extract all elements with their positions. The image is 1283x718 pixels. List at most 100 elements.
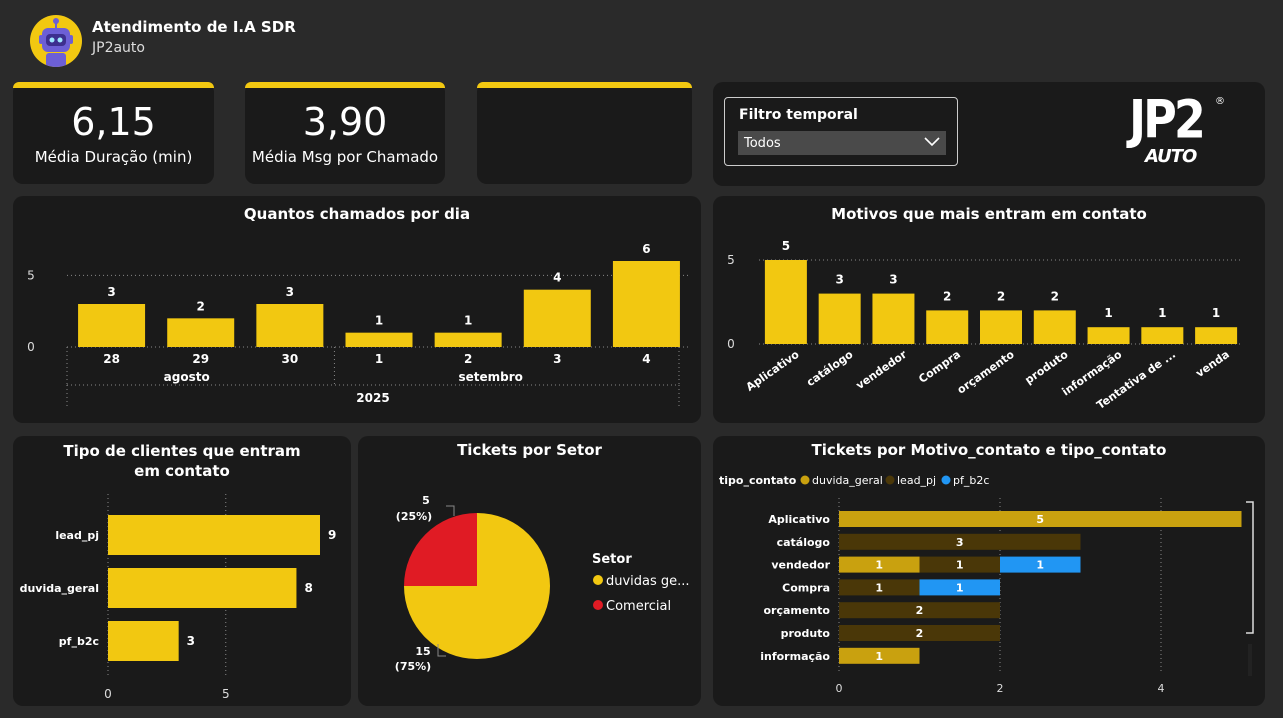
kpi-card-msg: 3,90 Média Msg por Chamado [245,82,445,184]
data-label: 1 [1158,306,1166,320]
year-label: 2025 [356,391,389,405]
data-label: 15 [415,645,430,658]
bar [108,568,297,608]
legend-item: lead_pj [897,474,936,487]
chart-chamados-por-dia: Quantos chamados por dia 5 0 3 28 2 29 3 30 1 1 1 2… [13,196,701,423]
bar [612,261,680,347]
chevron-down-icon [924,136,940,151]
kpi-card-empty [477,82,692,184]
kpi-label: Média Msg por Chamado [251,148,439,166]
chart-tickets-setor: Tickets por Setor 5 (25%) 15 (75%) Setor duvi… [358,436,701,706]
bar [78,304,146,347]
data-label: 3 [107,285,115,299]
data-label: 2 [916,604,924,617]
legend-item: pf_b2c [953,474,989,487]
y-tick-label: 0 [727,337,735,351]
robot-avatar-icon [30,15,82,67]
y-category-label: informação [760,650,830,663]
logo-main-text: JP2 [1129,87,1206,151]
logo-registered-mark: ® [1215,96,1225,107]
y-category-label: duvida_geral [20,582,99,595]
x-tick-label: 28 [103,352,120,366]
data-label: 4 [553,271,561,285]
data-label: 1 [464,314,472,328]
x-tick-label: Aplicativo [744,348,802,394]
y-category-label: vendedor [771,559,830,572]
bar [980,310,1022,344]
filter-value: Todos [744,135,781,151]
data-label: (75%) [395,660,431,673]
data-label: 1 [956,581,964,594]
data-label: 2 [1051,289,1059,303]
scrollbar-track [1248,644,1252,676]
bar [1087,327,1130,344]
bar [764,260,807,344]
kpi-accent-bar [13,82,214,88]
legend-item: duvida_geral [812,474,883,487]
data-label: 9 [328,528,336,542]
x-tick-label: 0 [836,682,843,695]
kpi-label: Média Duração (min) [34,148,193,166]
kpi-value: 6,15 [71,100,156,144]
data-label: 1 [375,314,383,328]
logo-sub-text: AUTO [1145,146,1197,167]
data-label: 3 [956,536,964,549]
bar [434,332,502,347]
bar [167,318,235,347]
legend-marker [593,600,603,610]
data-label: 1 [1104,306,1112,320]
data-label: 2 [197,299,205,313]
filter-slicer: Filtro temporal Todos [724,97,958,166]
kpi-accent-bar [477,82,692,88]
x-tick-label: 1 [375,352,383,366]
y-tick-label: 5 [27,268,35,282]
data-label: 2 [916,627,924,640]
filter-dropdown[interactable]: Todos [738,131,946,155]
jp2-logo: JP2 ® AUTO [1127,87,1227,172]
chart-pie-svg: 5 (25%) 15 (75%) Setor duvidas ge... Comercial [395,494,690,673]
kpi-card-duracao: 6,15 Média Duração (min) [13,82,214,184]
bar [1141,327,1184,344]
data-label: 5 [422,494,430,507]
data-label: 5 [1036,513,1044,526]
legend-title: Setor [592,552,632,567]
x-tick-label: 30 [282,352,299,366]
x-tick-label: Compra [916,348,963,386]
kpi-value: 3,90 [302,100,388,144]
data-label: 3 [889,273,897,287]
bar [1195,327,1238,344]
data-label: 3 [187,634,195,648]
bar [256,304,324,347]
x-tick-label: venda [1193,348,1231,380]
x-tick-label: vendedor [854,347,910,392]
data-label: 2 [997,289,1005,303]
kpi-accent-bar [245,82,445,88]
bar [818,293,861,344]
data-label: 2 [943,289,951,303]
data-label: 1 [1212,306,1220,320]
data-label: 6 [642,242,650,256]
chart-motivo-tipo: Tickets por Motivo_contato e tipo_contat… [713,436,1265,706]
bar [108,621,179,661]
y-category-label: Compra [782,581,830,594]
data-label: 1 [875,559,883,572]
filter-label: Filtro temporal [739,107,858,123]
x-tick-label: catálogo [804,348,856,390]
chart-chamados-svg: 5 0 3 28 2 29 3 30 1 1 1 2 4 3 6 4 agosto setembro 2025 [27,242,691,409]
legend-item: Comercial [606,599,671,614]
month-label: setembro [459,370,523,384]
chart-motivos-svg: 5 0 5 Aplicativo 3 catálogo 3 vendedor 2 Compra 2 o… [727,239,1243,412]
y-category-label: orçamento [764,604,831,617]
data-label: 5 [782,239,790,253]
x-tick-label: 3 [553,352,561,366]
x-tick-label: 2 [464,352,472,366]
app-title: Atendimento de I.A SDR [92,18,296,36]
y-tick-label: 0 [27,340,35,354]
x-tick-label: 2 [997,682,1004,695]
y-tick-label: 5 [727,253,735,267]
legend-title: tipo_contato [719,474,797,487]
bar [523,289,591,347]
legend-marker [885,475,895,485]
app-subtitle: JP2auto [92,40,145,56]
data-label: 1 [875,581,883,594]
